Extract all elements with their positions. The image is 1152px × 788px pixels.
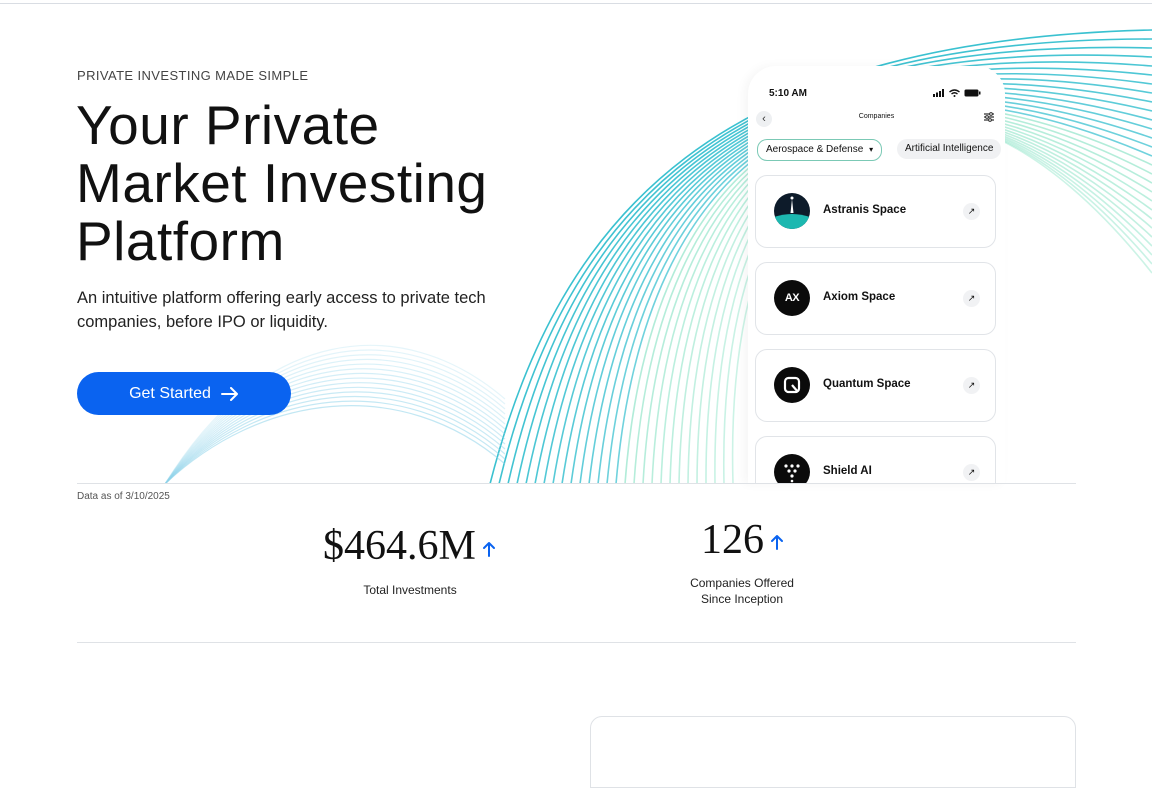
headline-line: Platform — [76, 210, 285, 272]
phone-screen-title: Companies — [858, 113, 895, 120]
stat-label-line: Total Investments — [363, 583, 457, 597]
chevron-down-icon: ▾ — [869, 145, 874, 154]
get-started-button[interactable]: Get Started — [77, 372, 291, 415]
data-as-of: Data as of 3/10/2025 — [77, 491, 170, 502]
hero-eyebrow: PRIVATE INVESTING MADE SIMPLE — [77, 68, 309, 83]
chip-aerospace-defense[interactable]: Aerospace & Defense ▾ — [757, 139, 883, 161]
status-time: 5:10 AM — [769, 88, 807, 99]
get-started-label: Get Started — [129, 384, 211, 402]
company-card-astranis[interactable]: Astranis Space ↗ — [755, 175, 996, 248]
filter-icon[interactable] — [983, 111, 995, 123]
company-name: Astranis Space — [823, 204, 907, 216]
chip-label: Artificial Intelligence — [905, 143, 994, 154]
chip-artificial-intelligence[interactable]: Artificial Intelligence — [897, 139, 1002, 159]
arrow-up-icon — [771, 535, 783, 550]
arrow-up-icon — [483, 542, 495, 557]
headline-line: Your Private — [76, 94, 380, 156]
quantum-logo-icon — [774, 367, 810, 403]
company-card-axiom[interactable]: AX Axiom Space ↗ — [755, 262, 996, 335]
signal-icon — [933, 89, 944, 97]
chart-card — [590, 716, 1076, 788]
phone-mockup: 5:10 AM ‹ Companies Aerospace & Defense … — [748, 66, 1005, 484]
arrow-up-right-icon[interactable]: ↗ — [963, 377, 980, 394]
axiom-logo-icon: AX — [774, 280, 810, 316]
total-investments-label: Total Investments — [330, 582, 490, 598]
astranis-logo-icon — [774, 193, 810, 229]
arrow-right-icon — [220, 386, 238, 401]
wifi-icon — [949, 89, 960, 97]
companies-offered-value: 126 — [701, 517, 764, 563]
axiom-logo-text: AX — [784, 292, 800, 304]
battery-icon — [964, 89, 981, 97]
hero-subhead: An intuitive platform offering early acc… — [77, 289, 486, 331]
stats-divider-bottom — [77, 642, 1076, 643]
total-investments-value: $464.6M — [323, 523, 476, 569]
company-name: Quantum Space — [823, 378, 911, 390]
headline-line: Market Investing — [76, 152, 488, 214]
arrow-up-right-icon[interactable]: ↗ — [963, 203, 980, 220]
shield-ai-logo-icon — [774, 454, 810, 484]
stat-label-line: Since Inception — [700, 592, 784, 606]
arrow-up-right-icon[interactable]: ↗ — [963, 464, 980, 481]
company-name: Axiom Space — [823, 291, 896, 303]
status-icons — [933, 89, 981, 97]
hero-headline: Your Private Market Investing Platform — [76, 96, 488, 270]
stat-label-line: Companies Offered — [690, 576, 794, 590]
stats-divider-top — [77, 483, 1076, 484]
chip-label: Aerospace & Defense — [766, 144, 864, 155]
company-name: Shield AI — [823, 465, 872, 477]
company-card-quantum[interactable]: Quantum Space ↗ — [755, 349, 996, 422]
company-card-shield-ai[interactable]: Shield AI ↗ — [755, 436, 996, 484]
companies-offered-label: Companies Offered Since Inception — [662, 575, 822, 607]
arrow-up-right-icon[interactable]: ↗ — [963, 290, 980, 307]
